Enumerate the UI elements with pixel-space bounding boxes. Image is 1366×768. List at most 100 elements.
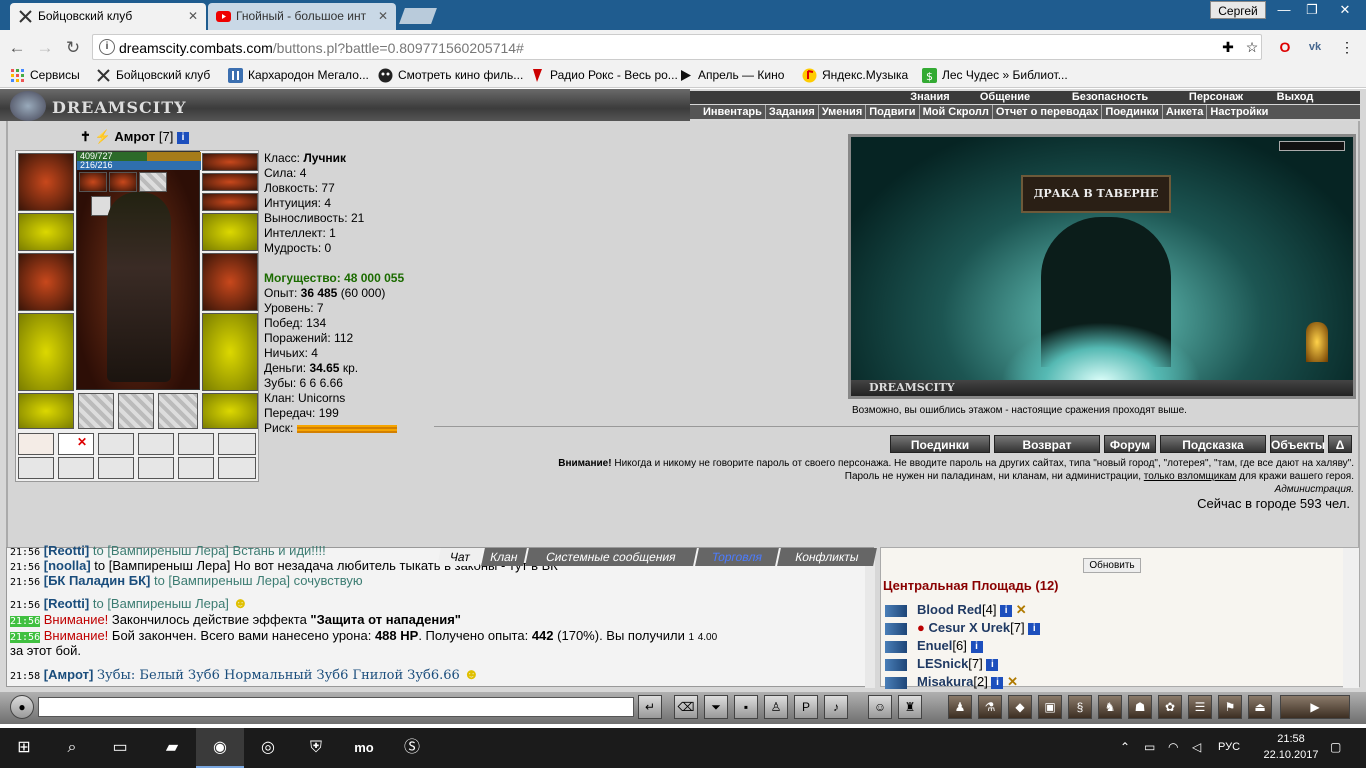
bookmark-services[interactable]: Сервисы <box>10 68 80 82</box>
bag-icon[interactable]: ◆ <box>1008 695 1032 719</box>
close-icon[interactable]: ✕ <box>188 9 198 23</box>
player-row[interactable]: LESnick[7] i <box>885 656 999 671</box>
close-icon[interactable]: ✕ <box>378 9 388 23</box>
empty-slot[interactable] <box>178 433 214 455</box>
empty-slot[interactable] <box>78 393 114 429</box>
objects-button[interactable]: Объекты <box>1270 435 1325 453</box>
chat-mode-icon[interactable]: ● <box>10 695 34 719</box>
hood-icon[interactable]: ♟ <box>948 695 972 719</box>
scroll-slot[interactable]: ✕ <box>58 433 94 455</box>
menu-exit[interactable]: Выход <box>1268 91 1322 104</box>
folder-icon[interactable]: ▰ <box>148 728 196 768</box>
refresh-button[interactable]: Обновить <box>1083 558 1141 573</box>
empty-slot[interactable] <box>138 433 174 455</box>
empty-slot[interactable] <box>218 457 256 479</box>
quiver-slot[interactable] <box>202 253 258 311</box>
submenu-quests[interactable]: Задания <box>766 105 819 119</box>
chrome-icon[interactable]: ◉ <box>196 728 244 768</box>
character-name[interactable]: Амрот <box>114 129 155 144</box>
bookmark-radio[interactable]: Радио Рокс - Весь ро... <box>530 68 678 82</box>
menu-character[interactable]: Персонаж <box>1174 91 1258 104</box>
player-row[interactable]: ● Cesur X Urek[7] i <box>885 620 1041 635</box>
system-clock[interactable]: 21:58 22.10.2017 <box>1262 731 1320 763</box>
profile-button[interactable]: Сергей <box>1210 1 1266 19</box>
player-row[interactable]: Blood Red[4] i ✕ <box>885 602 1027 618</box>
bookmark-yandex-music[interactable]: Яндекс.Музыка <box>802 68 908 83</box>
filter-icon[interactable]: ⏷ <box>704 695 728 719</box>
star-icon[interactable]: ☆ <box>1243 38 1261 56</box>
submenu-settings[interactable]: Настройки <box>1207 105 1271 119</box>
potion-slot[interactable] <box>18 433 54 455</box>
vk-icon[interactable]: vk <box>1306 38 1324 56</box>
wifi-icon[interactable]: ◠ <box>1168 740 1178 754</box>
send-icon[interactable]: ↵ <box>638 695 662 719</box>
chevron-up-icon[interactable]: ⌃ <box>1120 740 1130 754</box>
potion-icon[interactable]: ⚗ <box>978 695 1002 719</box>
earring-slot[interactable] <box>202 173 258 191</box>
location-image[interactable]: ДРАКА В ТАВЕРНЕ DREAMSCITY <box>848 134 1356 399</box>
opera-icon[interactable]: O <box>1276 38 1294 56</box>
tab-combats[interactable]: Бойцовский клуб ✕ <box>10 3 206 30</box>
paws-icon[interactable]: ✿ <box>1158 695 1182 719</box>
notifications-icon[interactable]: ▢ <box>1330 740 1341 754</box>
task-view-icon[interactable]: ▭ <box>96 728 144 768</box>
bookmark-les-chudes[interactable]: $ Лес Чудес » Библиот... <box>922 68 1068 83</box>
amulet-slot[interactable] <box>202 153 258 171</box>
helmet-icon[interactable]: ♞ <box>1098 695 1122 719</box>
charm-slot[interactable] <box>202 193 258 211</box>
submenu-profile[interactable]: Анкета <box>1163 105 1208 119</box>
volume-icon[interactable]: ◁ <box>1192 740 1201 754</box>
belt-slot[interactable] <box>18 393 74 429</box>
submenu-skills[interactable]: Умения <box>819 105 867 119</box>
chest-icon[interactable]: ▣ <box>1038 695 1062 719</box>
bookmark-combats[interactable]: Бойцовский клуб <box>96 68 210 82</box>
empty-slot[interactable] <box>118 393 154 429</box>
friends-icon[interactable]: ☰ <box>1188 695 1212 719</box>
info-icon[interactable]: i <box>986 658 999 671</box>
search-icon[interactable]: ⌕ <box>48 728 96 768</box>
scroll-icon[interactable]: § <box>1068 695 1092 719</box>
info-icon[interactable]: i <box>1000 604 1013 617</box>
forum-button[interactable]: Форум <box>1104 435 1156 453</box>
return-button[interactable]: Возврат <box>994 435 1100 453</box>
walk-icon[interactable]: ♙ <box>764 695 788 719</box>
info-icon[interactable]: i <box>1028 622 1041 635</box>
save-icon[interactable]: ▪ <box>734 695 758 719</box>
sound-icon[interactable]: ♪ <box>824 695 848 719</box>
bracers-slot[interactable] <box>202 213 258 251</box>
mo-app-icon[interactable]: mo <box>340 728 388 768</box>
legs-slot[interactable] <box>202 313 258 391</box>
character-avatar[interactable]: 409/727 216/216 <box>76 151 201 390</box>
menu-communication[interactable]: Общение <box>968 91 1042 104</box>
new-tab-button[interactable] <box>399 8 437 24</box>
maximize-icon[interactable]: ❐ <box>1298 1 1326 19</box>
tab-chat[interactable]: Чат <box>437 548 483 566</box>
skype-icon[interactable]: Ⓢ <box>388 728 436 768</box>
empty-slot[interactable] <box>218 433 256 455</box>
eraser-icon[interactable]: ⌫ <box>674 695 698 719</box>
ring-slot[interactable] <box>139 172 167 192</box>
ring-slot[interactable] <box>109 172 137 192</box>
clan-icon[interactable]: ♜ <box>898 695 922 719</box>
submenu-duels[interactable]: Поединки <box>1102 105 1163 119</box>
back-icon[interactable]: ← <box>6 37 28 59</box>
puzzle-icon[interactable]: ✚ <box>1219 38 1237 56</box>
submenu-feats[interactable]: Подвиги <box>866 105 920 119</box>
chat-scrollbar[interactable] <box>865 548 875 688</box>
bookmark-karcharodon[interactable]: Кархародон Мегало... <box>228 68 369 83</box>
tab-system[interactable]: Системные сообщения <box>525 548 697 566</box>
delta-button[interactable]: Δ <box>1328 435 1352 453</box>
info-icon[interactable]: i <box>99 39 115 55</box>
tab-youtube[interactable]: Гнойный - большое инт ✕ <box>208 3 396 30</box>
player-row[interactable]: Enuel[6] i <box>885 638 983 653</box>
bookmark-april[interactable]: Апрель — Кино <box>678 68 784 82</box>
info-icon[interactable]: i <box>991 676 1004 689</box>
menu-icon[interactable]: ⋮ <box>1338 38 1356 56</box>
empty-slot[interactable] <box>98 457 134 479</box>
smiley-icon[interactable]: ☺ <box>868 695 892 719</box>
menu-knowledge[interactable]: Знания <box>892 91 968 104</box>
chat-input[interactable] <box>38 697 634 717</box>
url-input[interactable]: i dreamscity.combats.com/buttons.pl?batt… <box>92 34 1262 60</box>
minimize-icon[interactable]: — <box>1270 1 1298 19</box>
window-close-icon[interactable]: ✕ <box>1326 1 1364 19</box>
